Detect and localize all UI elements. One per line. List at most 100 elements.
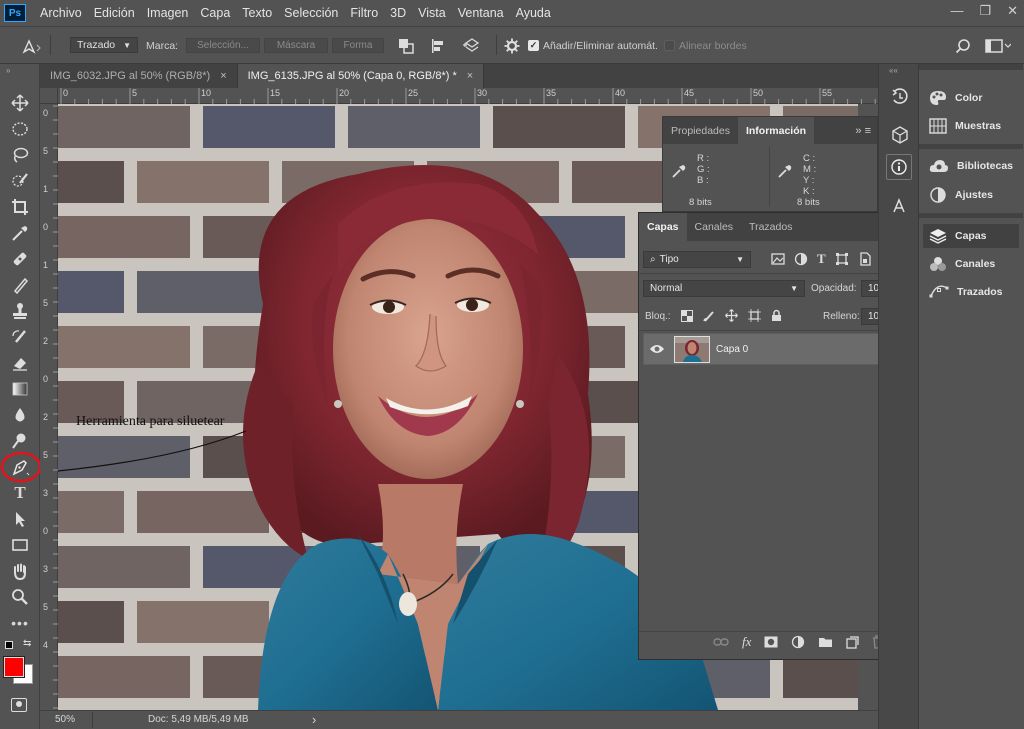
link-layers-icon[interactable] (713, 636, 729, 648)
ruler-vertical[interactable]: 051015202530354 (40, 104, 58, 710)
path-arrangement-icon[interactable] (462, 37, 482, 55)
layer-row-capa-0[interactable]: Capa 0 (643, 333, 901, 365)
workspace-switcher-icon[interactable] (985, 38, 1011, 54)
dock-item-muestras[interactable]: Muestras (929, 118, 1001, 134)
tab-propiedades[interactable]: Propiedades (663, 117, 738, 144)
menu-filtro[interactable]: Filtro (350, 6, 378, 20)
dock-item-color[interactable]: Color (929, 90, 982, 106)
lock-image-pixels-icon[interactable] (703, 310, 715, 322)
path-operations-icon[interactable] (398, 38, 414, 54)
new-group-icon[interactable] (818, 636, 833, 648)
dock-item-capas[interactable]: Capas (929, 228, 987, 244)
rectangle-tool-icon[interactable] (8, 534, 32, 556)
add-mask-icon[interactable] (764, 636, 778, 648)
menu-edicion[interactable]: Edición (94, 6, 135, 20)
brush-tool-icon[interactable] (8, 274, 32, 296)
minimize-button[interactable]: — (950, 3, 963, 19)
collapse-toolbar-icon[interactable]: » (6, 66, 10, 75)
foreground-color-swatch[interactable] (3, 656, 25, 678)
path-selection-tool-icon[interactable] (8, 508, 32, 530)
edit-toolbar-icon[interactable]: ••• (8, 612, 32, 634)
pixel-filter-icon[interactable] (771, 252, 785, 266)
dock-item-canales[interactable]: Canales (929, 256, 995, 272)
type-filter-icon[interactable]: T (817, 251, 826, 267)
clone-stamp-tool-icon[interactable] (8, 300, 32, 322)
blend-mode-select[interactable]: Normal ▼ (643, 280, 805, 297)
mask-button[interactable]: Máscara (264, 38, 328, 53)
menu-ayuda[interactable]: Ayuda (516, 6, 551, 20)
default-colors-icon[interactable] (5, 641, 13, 649)
status-menu-arrow[interactable]: › (312, 712, 316, 727)
history-brush-tool-icon[interactable] (8, 326, 32, 348)
ruler-label: 55 (822, 88, 833, 98)
hand-tool-icon[interactable] (8, 560, 32, 582)
dock-item-trazados[interactable]: Trazados (929, 284, 1003, 300)
adjustment-filter-icon[interactable] (794, 252, 808, 266)
menu-imagen[interactable]: Imagen (147, 6, 189, 20)
shape-button[interactable]: Forma (332, 38, 384, 53)
history-icon[interactable] (891, 88, 909, 106)
eyedropper-tool-icon[interactable] (8, 222, 32, 244)
tab-informacion[interactable]: Información (737, 117, 815, 144)
lock-transparent-pixels-icon[interactable] (681, 309, 693, 322)
dock-item-ajustes[interactable]: Ajustes (929, 187, 993, 203)
gradient-tool-icon[interactable] (8, 378, 32, 400)
menu-capa[interactable]: Capa (200, 6, 230, 20)
pen-tool-preset-icon[interactable] (20, 37, 42, 55)
eraser-tool-icon[interactable] (8, 352, 32, 374)
selection-button[interactable]: Selección... (186, 38, 260, 53)
ruler-origin[interactable] (40, 88, 58, 104)
healing-brush-tool-icon[interactable] (8, 248, 32, 270)
adjustment-layer-icon[interactable] (791, 635, 805, 649)
mode-select[interactable]: Trazado ▼ (70, 37, 138, 53)
fx-icon[interactable]: fx (742, 634, 751, 650)
shape-filter-icon[interactable] (835, 252, 849, 266)
quick-selection-tool-icon[interactable] (8, 170, 32, 192)
tab-capas[interactable]: Capas (639, 213, 687, 241)
marquee-tool-icon[interactable] (8, 118, 32, 140)
auto-add-delete-checkbox[interactable]: ✓ (528, 40, 539, 51)
character-icon[interactable] (892, 198, 908, 214)
align-edges-checkbox[interactable] (664, 40, 675, 51)
lock-artboard-icon[interactable] (748, 309, 761, 322)
tab-img-6135[interactable]: IMG_6135.JPG al 50% (Capa 0, RGB/8*) * × (237, 64, 485, 88)
menu-3d[interactable]: 3D (390, 6, 406, 20)
3d-icon[interactable] (891, 126, 909, 146)
eye-visibility-icon[interactable] (649, 343, 665, 355)
crop-tool-icon[interactable] (8, 196, 32, 218)
restore-button[interactable]: ❐ (979, 3, 991, 19)
type-tool-icon[interactable]: T (8, 482, 32, 504)
zoom-tool-icon[interactable] (8, 586, 32, 608)
lock-position-icon[interactable] (725, 309, 738, 322)
info-panel-button[interactable] (886, 154, 912, 180)
tab-img-6032[interactable]: IMG_6032.JPG al 50% (RGB/8*) × (40, 64, 238, 88)
menu-ventana[interactable]: Ventana (458, 6, 504, 20)
blur-tool-icon[interactable] (8, 404, 32, 426)
new-layer-icon[interactable] (846, 635, 860, 649)
layer-filter-select[interactable]: ⌕ Tipo ▼ (643, 251, 751, 268)
menu-texto[interactable]: Texto (242, 6, 272, 20)
path-alignment-icon[interactable] (430, 38, 446, 54)
search-icon[interactable] (955, 38, 971, 54)
zoom-level[interactable]: 50% (55, 714, 75, 725)
panel-menu-icon[interactable]: » ≡ (855, 125, 871, 137)
lasso-tool-icon[interactable] (8, 144, 32, 166)
collapse-dock-icon[interactable]: «« (889, 66, 898, 75)
menu-seleccion[interactable]: Selección (284, 6, 338, 20)
lock-all-icon[interactable] (771, 309, 782, 322)
tab-trazados[interactable]: Trazados (741, 213, 800, 241)
close-tab-icon[interactable]: × (467, 70, 473, 82)
smart-object-filter-icon[interactable] (858, 252, 872, 266)
close-window-button[interactable]: ✕ (1007, 3, 1018, 19)
swap-colors-icon[interactable]: ⇆ (23, 638, 31, 649)
tab-canales[interactable]: Canales (687, 213, 742, 241)
gear-icon[interactable] (504, 38, 520, 54)
move-tool-icon[interactable] (8, 92, 32, 114)
menu-archivo[interactable]: Archivo (40, 6, 82, 20)
layer-name[interactable]: Capa 0 (716, 344, 748, 355)
menu-vista[interactable]: Vista (418, 6, 446, 20)
dock-item-bibliotecas[interactable]: Bibliotecas (929, 159, 1013, 173)
ruler-horizontal[interactable]: 0 5 10 15 20 25 30 35 40 45 50 55 (58, 88, 878, 104)
quick-mask-icon[interactable] (11, 698, 27, 712)
close-tab-icon[interactable]: × (220, 70, 226, 82)
